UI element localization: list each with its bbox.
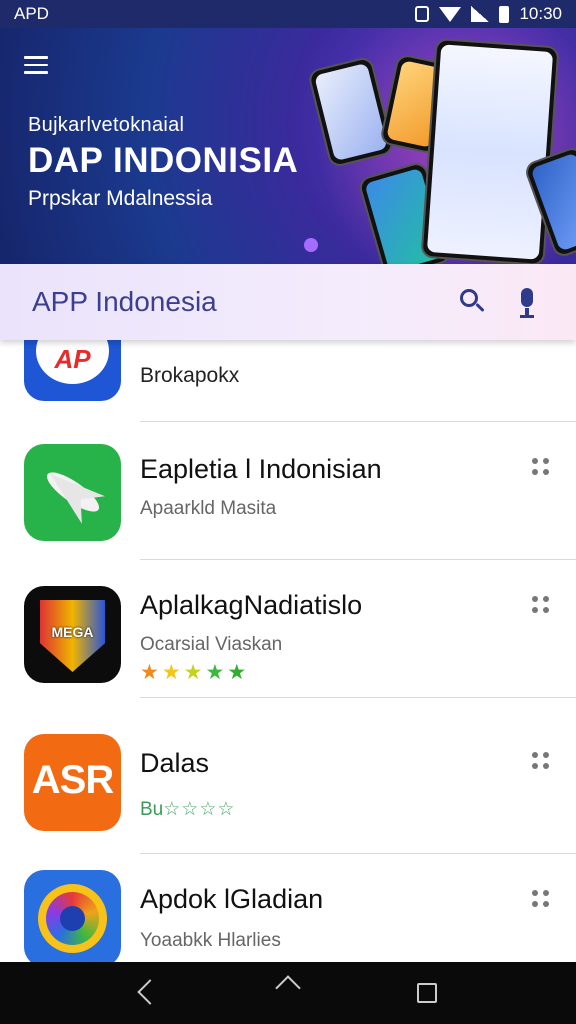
shield-logo-text: MEGA: [51, 624, 94, 640]
back-icon: [137, 979, 164, 1005]
app-subtitle: Brokapokx: [140, 364, 240, 387]
more-options-button[interactable]: [532, 596, 550, 614]
banner-subtitle: Prpskar Mdalnessia: [28, 187, 213, 210]
app-name: Eapletia l Indonisian: [140, 454, 382, 484]
phone-illustration: [420, 37, 560, 264]
app-name: Dalas: [140, 748, 210, 778]
star-icon: ★: [205, 661, 227, 684]
more-options-button[interactable]: [532, 752, 550, 770]
ap-logo-text: AP: [54, 344, 91, 374]
banner-tagline: Bujkarlvetoknaial: [28, 114, 185, 136]
asr-logo-text: ASR: [31, 758, 114, 802]
list-item[interactable]: Apdok lGladian Yoaabkk Hlarlies: [0, 854, 576, 962]
banner-title: DAP INDONISIA: [28, 141, 299, 180]
shield-logo-icon: MEGA: [24, 586, 121, 683]
app-subtitle: Apaarkld Masita: [140, 498, 277, 519]
signal-icon: [471, 6, 490, 22]
hero-banner: Bujkarlvetoknaial DAP INDONISIA Prpskar …: [0, 28, 576, 264]
recents-button[interactable]: [412, 978, 442, 1008]
phone-illustration: [306, 55, 396, 169]
rating-stars: ★★★★★: [140, 660, 249, 685]
wifi-icon: [439, 6, 462, 22]
voice-search-button[interactable]: [510, 285, 544, 319]
home-icon: [275, 975, 301, 1001]
app-subtitle: Yoaabkk Hlarlies: [140, 930, 281, 951]
app-list: AP Brokapokx Eapletia l Indonisian Apaar…: [0, 340, 576, 962]
carrier-label: APD: [14, 4, 49, 23]
banner-text: Bujkarlvetoknaial DAP INDONISIA Prpskar …: [28, 114, 298, 211]
ap-logo-icon: AP: [24, 340, 121, 401]
list-item[interactable]: Eapletia l Indonisian Apaarkld Masita: [0, 422, 576, 560]
recents-icon: [416, 983, 437, 1003]
rating-stars: ☆☆☆☆: [163, 799, 236, 820]
paper-plane-icon: [24, 444, 121, 541]
status-icons: 10:30: [415, 4, 562, 24]
search-input[interactable]: APP Indonesia: [32, 286, 436, 318]
microphone-icon: [521, 288, 533, 307]
vibrate-icon: [415, 6, 430, 22]
status-bar: APD 10:30: [0, 0, 576, 28]
asr-logo-icon: ASR: [24, 734, 121, 831]
back-button[interactable]: [134, 978, 164, 1008]
menu-icon[interactable]: [24, 56, 48, 74]
app-subtitle: Bu☆☆☆☆: [140, 798, 235, 821]
more-options-button[interactable]: [532, 458, 550, 476]
decor-dot: [304, 238, 318, 252]
home-button[interactable]: [273, 975, 303, 1008]
app-name: AplalkagNadiatislo: [140, 590, 363, 620]
battery-icon: [499, 5, 510, 23]
star-icon: ★: [140, 661, 161, 684]
list-item[interactable]: MEGA AplalkagNadiatislo Ocarsial Viaskan…: [0, 560, 576, 698]
clock: 10:30: [519, 4, 562, 23]
system-nav-bar: [0, 962, 576, 1024]
app-subtitle: Ocarsial Viaskan: [140, 634, 283, 655]
search-button[interactable]: [456, 285, 490, 319]
list-item[interactable]: AP Brokapokx: [0, 340, 576, 422]
star-icon: ★: [227, 661, 249, 684]
star-icon: ★: [161, 661, 183, 684]
list-item[interactable]: ASR Dalas Bu☆☆☆☆: [0, 716, 576, 854]
sun-ring-icon: [24, 870, 121, 962]
app-name: Apdok lGladian: [140, 884, 324, 914]
more-options-button[interactable]: [532, 890, 550, 908]
search-bar[interactable]: APP Indonesia: [0, 264, 576, 340]
app-subtitle-text: Bu: [140, 799, 164, 820]
star-icon: ★: [183, 661, 205, 684]
